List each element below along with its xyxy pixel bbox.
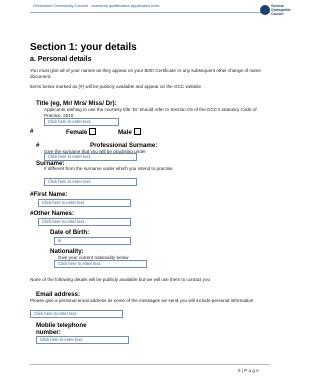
- email-input[interactable]: Click here to enter text.: [30, 310, 123, 318]
- contact-note: None of the following details will be pu…: [30, 277, 211, 282]
- mobile-label: Mobile telephone number:: [36, 322, 87, 336]
- male-option[interactable]: Male: [118, 128, 141, 136]
- other-names-label: #Other Names:: [30, 210, 75, 217]
- title-input[interactable]: Click here to enter text.: [44, 118, 119, 126]
- date-of-birth-input[interactable]: in: [54, 237, 131, 245]
- mobile-input[interactable]: Click here to enter text.: [36, 336, 129, 344]
- title-label: Title (eg, Mr/ Mrs/ Miss/ Dr):: [36, 100, 117, 107]
- surname-public-marker: #: [36, 142, 40, 149]
- email-label: Email address:: [36, 291, 81, 298]
- header-divider: [30, 12, 270, 13]
- header-text: Greenwich Community Council - overseas q…: [33, 3, 160, 8]
- email-hint: Please give a personal email address as …: [30, 298, 254, 303]
- male-checkbox[interactable]: [133, 128, 141, 135]
- logo-emblem-icon: [260, 5, 270, 15]
- page-number: 5 | P a g e: [238, 368, 259, 373]
- gosc-logo: General Osteopathic Council: [260, 2, 291, 22]
- first-name-input[interactable]: Click here to enter text.: [38, 199, 131, 207]
- nationality-input[interactable]: Click here to enter text.: [54, 260, 147, 268]
- title-hint: Applicants wishing to use the courtesy t…: [44, 107, 257, 118]
- section-subtitle: a. Personal details: [30, 56, 92, 63]
- nationality-label: Nationality:: [50, 248, 84, 255]
- female-checkbox[interactable]: [89, 128, 97, 135]
- gender-public-marker: #: [30, 128, 34, 135]
- intro-text: You must give all of your names as they …: [30, 68, 261, 79]
- surname-hint: If different from the surname under whic…: [44, 166, 173, 171]
- female-option[interactable]: Female: [66, 128, 97, 136]
- surname-input[interactable]: Click here to enter text.: [44, 178, 137, 186]
- footer-divider: [30, 364, 270, 365]
- professional-surname-label: Professional Surname:: [90, 142, 158, 149]
- date-of-birth-label: Date of Birth:: [50, 229, 90, 236]
- other-names-input[interactable]: Click here to enter text.: [38, 218, 131, 226]
- first-name-label: #First Name:: [30, 191, 68, 198]
- logo-wordmark: General Osteopathic Council: [271, 4, 291, 16]
- section-title: Section 1: your details: [30, 42, 137, 53]
- public-note: Items below marked as (#) will be public…: [30, 84, 202, 89]
